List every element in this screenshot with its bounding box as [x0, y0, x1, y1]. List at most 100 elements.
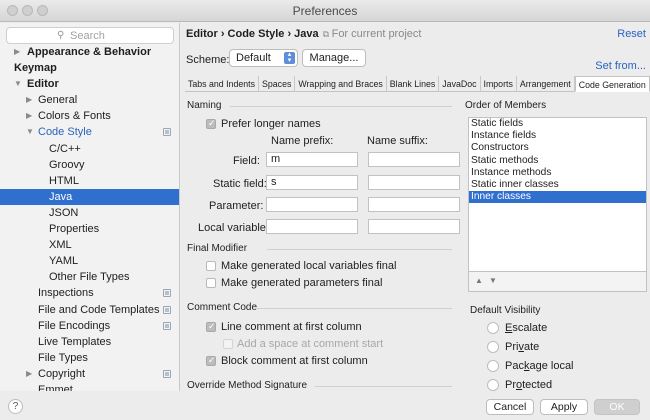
tree-item-copyright[interactable]: ▶ Copyright: [0, 366, 179, 382]
tab-tabs-indents[interactable]: Tabs and Indents: [185, 76, 260, 92]
tree-item-label: Other File Types: [49, 271, 130, 284]
breadcrumb: Editor › Code Style › Java ⧉ For current …: [186, 28, 421, 40]
parameter-label: Parameter:: [209, 200, 264, 212]
tree-item-appearance[interactable]: ▶ Appearance & Behavior: [0, 44, 179, 60]
select-stepper-icon: ▴ ▾: [284, 51, 295, 64]
tree-item-file-encodings[interactable]: File Encodings: [0, 318, 179, 334]
parameter-prefix-input[interactable]: [266, 197, 358, 212]
field-label: Field:: [233, 155, 260, 167]
tree-item-other-file-types[interactable]: Other File Types: [0, 269, 179, 285]
tab-bar: Tabs and Indents Spaces Wrapping and Bra…: [185, 76, 650, 92]
line-comment-first-column-checkbox[interactable]: [206, 321, 216, 332]
final-parameters-checkbox[interactable]: [206, 278, 216, 288]
tree-item-editor[interactable]: ▼ Editor: [0, 76, 179, 92]
tree-item-html[interactable]: HTML: [0, 173, 179, 189]
visibility-package-local-radio[interactable]: [487, 360, 499, 372]
visibility-protected-radio[interactable]: [487, 379, 499, 391]
search-icon: ⚲: [57, 30, 65, 41]
tree-item-label: File Types: [38, 351, 88, 364]
tree-item-code-style[interactable]: ▼ Code Style: [0, 124, 179, 140]
project-scope-icon: [163, 369, 171, 378]
static-field-suffix-input[interactable]: [368, 175, 460, 190]
scheme-select[interactable]: Default ▴ ▾: [229, 49, 298, 67]
list-item[interactable]: Static inner classes: [469, 179, 646, 191]
tab-javadoc[interactable]: JavaDoc: [439, 76, 481, 92]
ok-button[interactable]: OK: [594, 399, 640, 415]
settings-content: Editor › Code Style › Java ⧉ For current …: [181, 23, 650, 391]
tree-item-general[interactable]: ▶ General: [0, 92, 179, 108]
final-local-variables-checkbox[interactable]: [206, 261, 216, 271]
chevron-right-icon: ▶: [26, 368, 33, 378]
tree-item-label: Keymap: [14, 62, 57, 75]
apply-button[interactable]: Apply: [540, 399, 588, 415]
tree-item-label: Java: [49, 190, 73, 203]
manage-button[interactable]: Manage...: [302, 49, 366, 67]
tree-item-keymap[interactable]: Keymap: [0, 60, 179, 76]
tab-spaces[interactable]: Spaces: [259, 76, 296, 92]
field-suffix-input[interactable]: [368, 152, 460, 167]
list-item[interactable]: Instance methods: [469, 167, 646, 179]
tree-item-inspections[interactable]: Inspections: [0, 285, 179, 301]
tree-item-label: Properties: [49, 223, 100, 236]
tree-item-cpp[interactable]: C/C++: [0, 141, 179, 157]
tree-item-properties[interactable]: Properties: [0, 221, 179, 237]
project-scope-icon: [163, 289, 171, 298]
project-scope-icon: ⧉: [322, 29, 332, 39]
breadcrumb-text: Editor › Code Style › Java: [186, 28, 319, 40]
tree-item-emmet[interactable]: Emmet: [0, 382, 179, 391]
move-up-icon[interactable]: ▲: [475, 276, 483, 285]
tree-item-json[interactable]: JSON: [0, 205, 179, 221]
final-modifier-section-title: Final Modifier: [187, 243, 247, 254]
list-item[interactable]: Inner classes: [469, 191, 646, 204]
tree-item-file-types[interactable]: File Types: [0, 350, 179, 366]
tree-item-java[interactable]: Java: [0, 188, 179, 205]
static-field-prefix-input[interactable]: s: [266, 175, 358, 190]
tree-item-label: Editor: [27, 78, 59, 91]
add-space-comment-checkbox[interactable]: [223, 339, 233, 349]
field-prefix-input[interactable]: m: [266, 152, 358, 167]
tree-item-groovy[interactable]: Groovy: [0, 157, 179, 173]
project-scope-icon: [163, 305, 171, 314]
section-title-text: Order of Members: [465, 100, 547, 111]
tab-wrapping-braces[interactable]: Wrapping and Braces: [295, 76, 387, 92]
set-from-link[interactable]: Set from...: [595, 60, 646, 72]
cancel-button[interactable]: Cancel: [486, 399, 534, 415]
scheme-label: Scheme:: [186, 54, 230, 66]
move-down-icon[interactable]: ▼: [489, 276, 497, 285]
divider-line: [267, 249, 452, 250]
block-comment-first-column-checkbox[interactable]: [206, 355, 216, 366]
preferences-window: Preferences ⚲ Search ▶ Appearance & Behav…: [0, 0, 650, 420]
tree-item-label: XML: [49, 239, 72, 252]
visibility-escalate-radio[interactable]: [487, 322, 499, 334]
tree-item-live-templates[interactable]: Live Templates: [0, 334, 179, 350]
tab-arrangement[interactable]: Arrangement: [517, 76, 575, 92]
list-item[interactable]: Static fields: [469, 118, 646, 130]
tree-item-xml[interactable]: XML: [0, 237, 179, 253]
tree-item-file-code-templates[interactable]: File and Code Templates: [0, 302, 179, 318]
tree-item-yaml[interactable]: YAML: [0, 253, 179, 269]
chevron-right-icon: ▶: [26, 111, 33, 121]
tree-item-label: Code Style: [38, 126, 92, 139]
tree-item-label: Live Templates: [38, 335, 112, 348]
default-visibility-title: Default Visibility: [470, 305, 540, 316]
local-variable-suffix-input[interactable]: [368, 219, 460, 234]
project-scope-icon: [163, 128, 171, 137]
help-icon[interactable]: ?: [8, 399, 23, 414]
parameter-suffix-input[interactable]: [368, 197, 460, 212]
list-item[interactable]: Constructors: [469, 142, 646, 154]
list-item[interactable]: Static methods: [469, 155, 646, 167]
tab-code-generation[interactable]: Code Generation: [574, 76, 650, 92]
list-item[interactable]: Instance fields: [469, 130, 646, 142]
tree-item-colors-fonts[interactable]: ▶ Colors & Fonts: [0, 108, 179, 124]
search-input[interactable]: ⚲ Search: [6, 27, 174, 44]
reset-link[interactable]: Reset: [617, 28, 646, 40]
window-title: Preferences: [292, 4, 358, 18]
comment-code-section-title: Comment Code: [187, 302, 257, 313]
order-of-members-list[interactable]: Static fields Instance fields Constructo…: [468, 117, 647, 272]
visibility-private-radio[interactable]: [487, 341, 499, 353]
prefer-longer-names-checkbox[interactable]: [206, 118, 216, 129]
project-scope-icon: [163, 321, 171, 330]
tab-imports[interactable]: Imports: [481, 76, 517, 92]
tab-blank-lines[interactable]: Blank Lines: [387, 76, 440, 92]
local-variable-prefix-input[interactable]: [266, 219, 358, 234]
